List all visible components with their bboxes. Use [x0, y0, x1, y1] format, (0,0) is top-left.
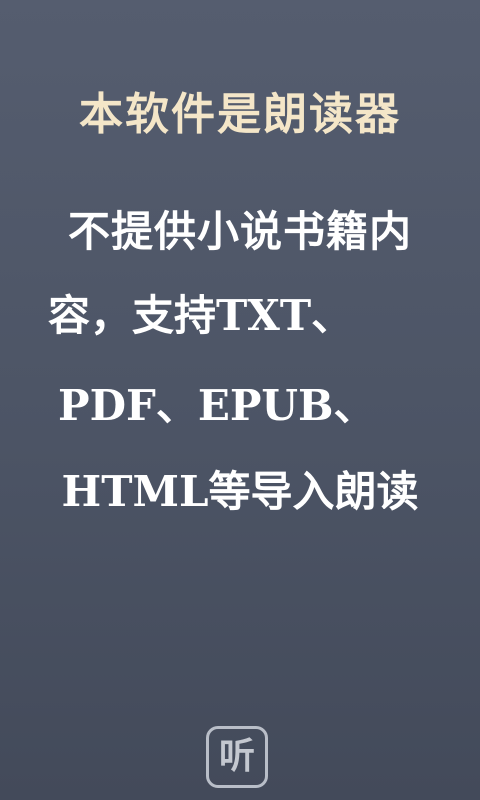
description-line-1: 不提供小说书籍内 — [67, 207, 412, 256]
description-line-4: HTML等导入朗读 — [61, 467, 419, 516]
splash-headline: 本软件是朗读器 — [79, 89, 401, 140]
description-line-2: 容，支持TXT、 — [48, 291, 354, 340]
splash-screen: 本软件是朗读器 不提供小说书籍内 容，支持TXT、 PDF、EPUB、 HTML… — [0, 0, 480, 800]
listen-logo-glyph: 听 — [218, 736, 255, 777]
description-line-3: PDF、EPUB、 — [58, 381, 376, 430]
listen-logo-icon: 听 — [206, 726, 268, 788]
